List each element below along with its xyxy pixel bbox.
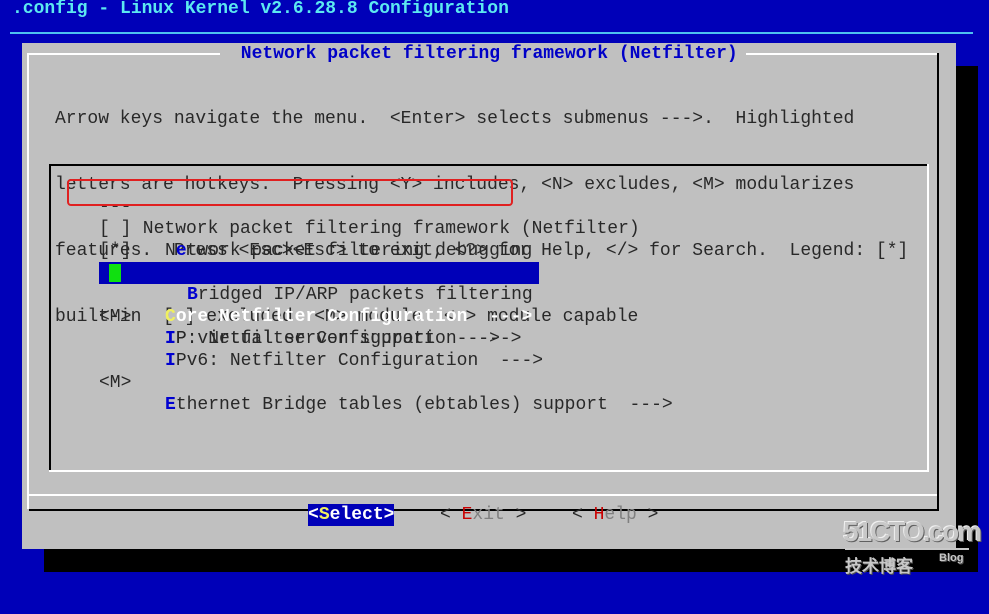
menu-item-hotkey: e (175, 241, 187, 261)
select-button[interactable]: <Select> (308, 504, 395, 526)
button-hotkey: S (318, 505, 330, 525)
button-bracket: > (383, 505, 395, 525)
menu-item-hotkey: I (165, 351, 176, 371)
button-hotkey: E (461, 505, 473, 525)
help-line: Arrow keys navigate the menu. <Enter> se… (55, 109, 855, 129)
menu-border (49, 470, 929, 472)
menu-item-hotkey: B (187, 285, 198, 305)
button-bracket: < (440, 505, 462, 525)
menu-list: --- Network packet filtering framework (… (49, 164, 929, 472)
menu-item-label: P: Netfilter Configuration ---> (175, 329, 522, 349)
title-divider (10, 32, 973, 34)
dialog-border (27, 53, 29, 509)
watermark-subtitle: 技术博客 (845, 557, 913, 577)
button-label: xit (472, 505, 505, 525)
menu-item-hotkey: I (165, 329, 176, 349)
window-title: .config - Linux Kernel v2.6.28.8 Configu… (12, 0, 509, 19)
menu-item-advanced-netfilter[interactable]: [*] Advanced netfilter configuration (49, 218, 511, 283)
menu-item-ip-virtual-server[interactable]: <M> IP virtual server support ---> (49, 284, 500, 349)
menu-item-ebtables-support[interactable]: <M> Ethernet Bridge tables (ebtables) su… (49, 350, 673, 415)
watermark-logo: 51CTO.com 技术博客 Blog (843, 516, 982, 577)
menu-item-label: twork packet filtering debugging (186, 241, 533, 261)
button-bracket: < (308, 505, 319, 525)
watermark-rule (845, 548, 969, 550)
watermark-brand: 51CTO.com (843, 516, 982, 547)
menu-item-bridged-ip-arp[interactable]: [*] Bridged IP/ARP packets filtering (49, 240, 533, 305)
menu-item-label: thernet Bridge tables (ebtables) support… (175, 395, 673, 415)
button-label: elp (604, 505, 637, 525)
exit-button[interactable]: < Exit > (440, 504, 526, 526)
dialog-border (937, 53, 939, 509)
dialog-border (746, 53, 937, 55)
menu-item-core-netfilter-configuration[interactable]: Core Netfilter Configuration ---> (99, 262, 539, 327)
button-bracket: > (504, 505, 527, 525)
dialog-heading: Network packet filtering framework (Netf… (230, 44, 749, 64)
menu-item-label: ore Netfilter Configuration ---> (175, 307, 533, 327)
module-state[interactable]: <M> (99, 372, 131, 394)
button-bar-divider (29, 494, 937, 496)
button-hotkey: H (593, 505, 605, 525)
button-bracket: < (572, 505, 594, 525)
menu-item-label: Pv6: Netfilter Configuration ---> (175, 351, 544, 371)
button-bar: <Select> < Exit > < Help > (22, 504, 956, 526)
button-bracket: > (636, 505, 659, 525)
dialog-border (27, 53, 220, 55)
cursor-block (109, 264, 121, 282)
menu-item-ipv6-netfilter-configuration[interactable]: IPv6: Netfilter Configuration ---> (49, 328, 543, 371)
menu-border (927, 164, 929, 472)
selection-highlight-annotation (67, 179, 513, 206)
menu-item-label: Network packet filtering framework (Netf… (132, 219, 640, 239)
menu-item-ip-netfilter-configuration[interactable]: IP: Netfilter Configuration ---> (49, 306, 521, 349)
menu-border (49, 164, 929, 166)
menu-item-label: N (165, 241, 176, 261)
menu-item-hotkey: E (165, 395, 176, 415)
menu-item-label: ridged IP/ARP packets filtering (197, 285, 533, 305)
watermark-tag: Blog (939, 552, 964, 564)
help-button[interactable]: < Help > (572, 504, 658, 526)
menu-item-hotkey: C (165, 307, 176, 327)
button-label: elect (329, 505, 384, 525)
menuconfig-dialog: Network packet filtering framework (Netf… (22, 43, 956, 549)
